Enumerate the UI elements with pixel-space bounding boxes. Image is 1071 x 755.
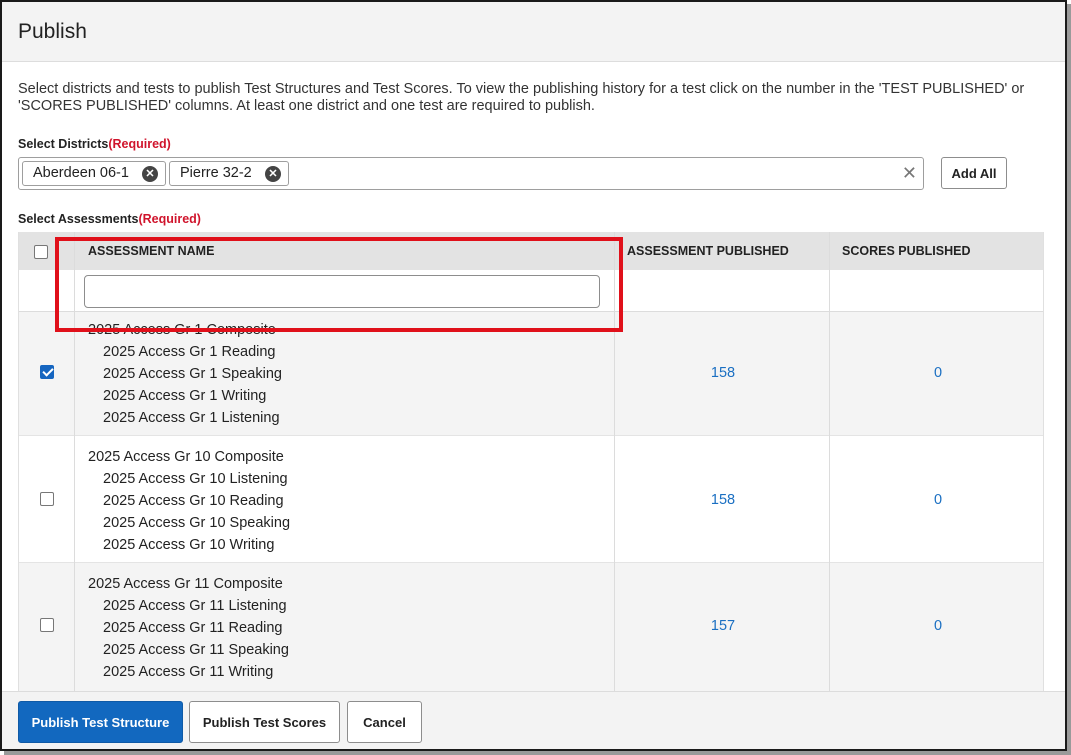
table-row[interactable]: 2025 Access Gr 10 Composite 2025 Access … — [19, 436, 1043, 563]
subtest-name: 2025 Access Gr 1 Writing — [103, 388, 267, 404]
composite-name: 2025 Access Gr 10 Composite — [88, 449, 284, 465]
publish-window: Publish Select districts and tests to pu… — [0, 0, 1067, 751]
districts-multiselect[interactable]: Aberdeen 06-1 ✕ Pierre 32-2 ✕ ✕ — [18, 157, 924, 190]
action-footer: Publish Test Structure Publish Test Scor… — [2, 691, 1065, 749]
district-chip: Pierre 32-2 ✕ — [169, 161, 289, 186]
assessment-name-cell: 2025 Access Gr 1 Composite 2025 Access G… — [88, 319, 282, 429]
subtest-name: 2025 Access Gr 10 Listening — [103, 471, 288, 487]
row-checkbox[interactable] — [40, 618, 54, 632]
district-chip-label: Aberdeen 06-1 — [33, 165, 129, 181]
frame-shadow — [1067, 4, 1071, 755]
assessment-published-link[interactable]: 157 — [703, 618, 743, 634]
districts-label-text: Select Districts — [18, 137, 109, 151]
subtest-name: 2025 Access Gr 1 Reading — [103, 344, 276, 360]
subtest-name: 2025 Access Gr 11 Listening — [103, 598, 287, 614]
column-divider — [829, 232, 830, 692]
page-header: Publish — [2, 2, 1065, 62]
remove-chip-icon[interactable]: ✕ — [265, 166, 281, 182]
subtest-name: 2025 Access Gr 10 Reading — [103, 493, 284, 509]
publish-test-scores-button[interactable]: Publish Test Scores — [189, 701, 340, 743]
subtest-name: 2025 Access Gr 11 Writing — [103, 664, 274, 680]
cancel-button[interactable]: Cancel — [347, 701, 422, 743]
subtest-name: 2025 Access Gr 10 Writing — [103, 537, 275, 553]
page-title: Publish — [18, 20, 87, 43]
subtest-name: 2025 Access Gr 11 Reading — [103, 620, 283, 636]
highlight-annotation-box — [55, 237, 623, 332]
column-assessment-published[interactable]: ASSESSMENT PUBLISHED — [627, 232, 789, 270]
districts-required-text: (Required) — [108, 137, 171, 151]
remove-chip-icon[interactable]: ✕ — [142, 166, 158, 182]
scores-published-link[interactable]: 0 — [918, 365, 958, 381]
instructions-text: Select districts and tests to publish Te… — [18, 81, 1025, 114]
scores-published-link[interactable]: 0 — [918, 618, 958, 634]
frame-shadow — [4, 751, 1071, 755]
row-checkbox[interactable] — [40, 492, 54, 506]
districts-label: Select Districts(Required) — [18, 137, 171, 151]
row-checkbox[interactable] — [40, 365, 54, 379]
assessment-published-link[interactable]: 158 — [703, 492, 743, 508]
scores-published-link[interactable]: 0 — [918, 492, 958, 508]
assessment-name-cell: 2025 Access Gr 10 Composite 2025 Access … — [88, 446, 290, 556]
subtest-name: 2025 Access Gr 1 Listening — [103, 410, 280, 426]
assessment-published-link[interactable]: 158 — [703, 365, 743, 381]
subtest-name: 2025 Access Gr 1 Speaking — [103, 366, 282, 382]
table-row[interactable]: 2025 Access Gr 11 Composite 2025 Access … — [19, 563, 1043, 692]
assessment-name-cell: 2025 Access Gr 11 Composite 2025 Access … — [88, 573, 289, 683]
column-scores-published[interactable]: SCORES PUBLISHED — [842, 232, 971, 270]
assessments-label: Select Assessments(Required) — [18, 212, 201, 226]
district-chip-label: Pierre 32-2 — [180, 165, 252, 181]
subtest-name: 2025 Access Gr 11 Speaking — [103, 642, 289, 658]
assessments-label-text: Select Assessments — [18, 212, 139, 226]
select-all-checkbox[interactable] — [34, 245, 48, 259]
assessments-required-text: (Required) — [138, 212, 201, 226]
publish-test-structure-button[interactable]: Publish Test Structure — [18, 701, 183, 743]
subtest-name: 2025 Access Gr 10 Speaking — [103, 515, 291, 531]
district-chip: Aberdeen 06-1 ✕ — [22, 161, 166, 186]
add-all-button[interactable]: Add All — [941, 157, 1007, 189]
clear-all-icon[interactable]: ✕ — [902, 162, 917, 184]
composite-name: 2025 Access Gr 11 Composite — [88, 576, 283, 592]
